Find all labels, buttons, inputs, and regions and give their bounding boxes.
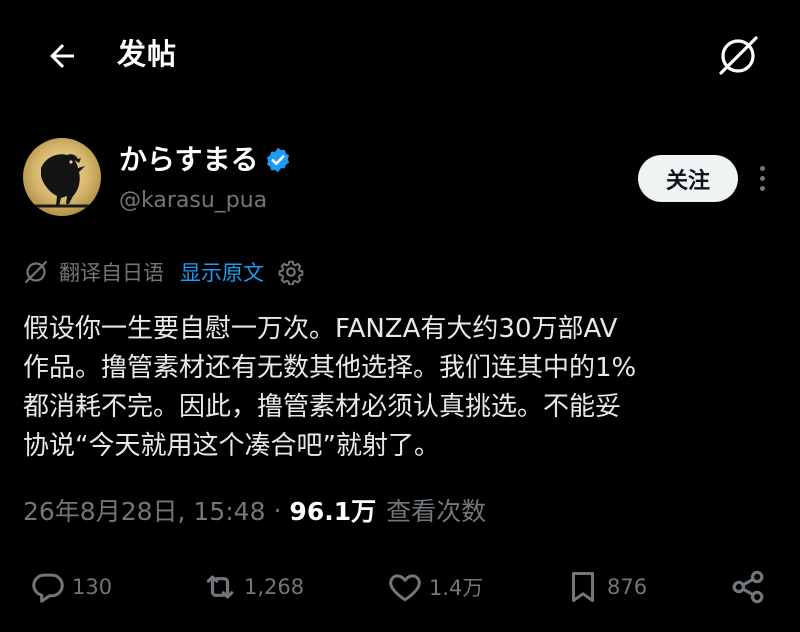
repost-icon — [200, 567, 240, 607]
author-name-row[interactable]: からすまる — [119, 142, 292, 178]
author-handle[interactable]: @karasu_pua — [119, 186, 267, 216]
share-icon — [728, 567, 768, 607]
crow-avatar-image — [23, 138, 101, 216]
post-actions-bar: 130 1,268 1.4万 876 — [0, 562, 800, 612]
post-text-line: 都消耗不完。因此，撸管素材必须认真挑选。不能妥 — [23, 392, 622, 422]
arrow-left-icon — [50, 44, 74, 68]
reply-icon — [28, 567, 68, 607]
gear-icon[interactable] — [278, 258, 306, 286]
grok-button[interactable] — [710, 28, 766, 84]
like-button[interactable]: 1.4万 — [385, 562, 483, 612]
heart-icon — [385, 567, 425, 607]
share-button[interactable] — [728, 562, 768, 612]
views-label: 查看次数 — [386, 497, 487, 526]
repost-button[interactable]: 1,268 — [200, 562, 304, 612]
translation-row: 翻译自日语 显示原文 — [23, 255, 306, 289]
more-dot-icon — [759, 165, 765, 171]
follow-button[interactable]: 关注 — [638, 155, 738, 202]
post-text-line: 作品。撸管素材还有无数其他选择。我们连其中的1% — [23, 353, 637, 383]
grok-icon — [719, 36, 758, 75]
bookmark-button[interactable]: 876 — [563, 562, 647, 612]
reply-count: 130 — [72, 575, 113, 599]
repost-count: 1,268 — [244, 575, 305, 599]
back-button[interactable] — [38, 32, 86, 80]
avatar[interactable] — [23, 138, 101, 216]
views-count: 96.1万 — [289, 497, 377, 526]
post-timestamp[interactable]: 26年8月28日, 15:48 — [23, 492, 265, 528]
verified-badge-icon — [264, 146, 292, 174]
translated-from-label: 翻译自日语 — [59, 261, 164, 285]
show-original-link[interactable]: 显示原文 — [180, 257, 264, 287]
post-text-line: 假设你一生要自慰一万次。FANZA有大约30万部AV — [23, 314, 618, 344]
meta-separator: · — [273, 495, 282, 525]
post-text: 假设你一生要自慰一万次。FANZA有大约30万部AV 作品。撸管素材还有无数其他… — [23, 310, 783, 466]
more-options-button[interactable] — [750, 160, 774, 196]
top-bar: 发帖 — [0, 0, 800, 110]
page-title: 发帖 — [117, 37, 178, 71]
display-name[interactable]: からすまる — [119, 142, 258, 178]
grok-translate-icon — [23, 258, 51, 286]
post-meta-row: 26年8月28日, 15:48 · 96.1万 查看次数 — [23, 492, 486, 528]
bookmark-icon — [563, 567, 603, 607]
bookmark-count: 876 — [607, 575, 648, 599]
post-text-line: 协说“今天就用这个凑合吧”就射了。 — [23, 431, 440, 461]
more-dot-icon — [759, 175, 765, 181]
more-dot-icon — [759, 185, 765, 191]
reply-button[interactable]: 130 — [28, 562, 112, 612]
like-count: 1.4万 — [429, 576, 484, 600]
